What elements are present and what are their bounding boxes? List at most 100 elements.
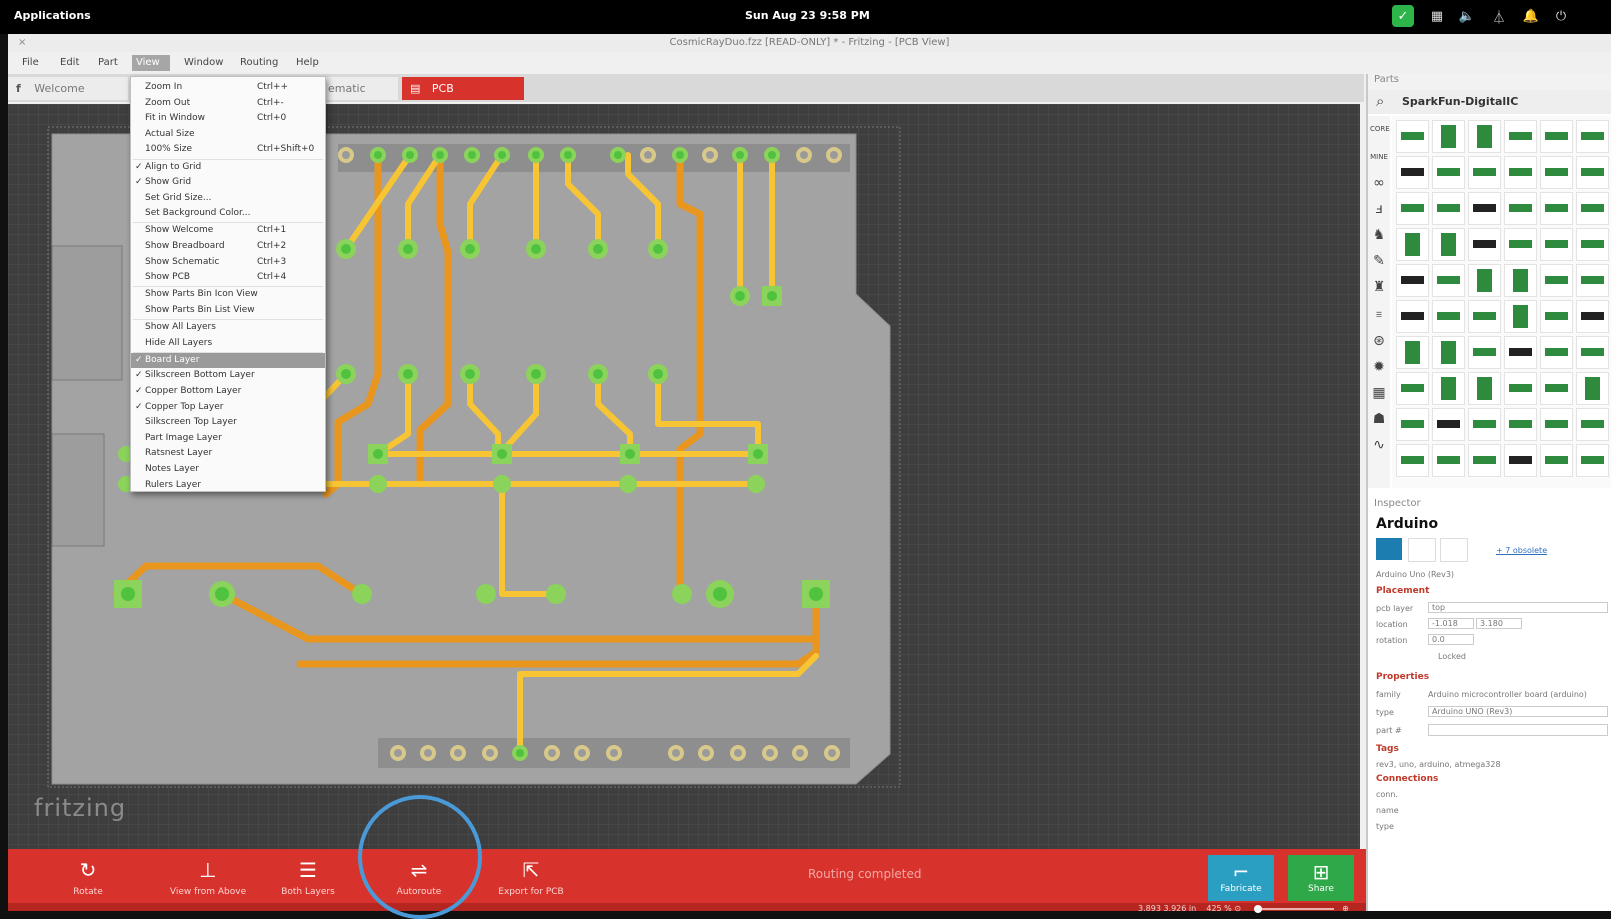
view-menu-item[interactable]: ✓ Align to Grid (131, 160, 325, 175)
part-tile[interactable] (1504, 228, 1537, 261)
menu-routing[interactable]: Routing (236, 55, 282, 71)
part-tile[interactable] (1504, 336, 1537, 369)
view-menu-item[interactable]: ✓ Copper Bottom Layer (131, 384, 325, 399)
part-tile[interactable] (1504, 192, 1537, 225)
part-tile[interactable] (1432, 120, 1465, 153)
part-tile[interactable] (1576, 228, 1609, 261)
locked-checkbox[interactable]: Locked (1438, 652, 1466, 661)
part-tile[interactable] (1576, 120, 1609, 153)
infinity-icon[interactable]: ∞ (1370, 174, 1388, 192)
part-tile[interactable] (1576, 444, 1609, 477)
part-tile[interactable] (1396, 192, 1429, 225)
part-tile[interactable] (1576, 300, 1609, 333)
view-menu-item[interactable]: Fit in Window Ctrl+0 (131, 111, 325, 126)
view-menu-item[interactable]: Zoom Out Ctrl+- (131, 96, 325, 111)
part-tile[interactable] (1576, 192, 1609, 225)
part-tile[interactable] (1468, 228, 1501, 261)
menu-window[interactable]: Window (180, 55, 227, 71)
type-select[interactable]: Arduino UNO (Rev3) (1428, 706, 1608, 717)
pcb-layer-select[interactable]: top (1428, 602, 1608, 613)
power-icon[interactable]: ⏻ (1552, 5, 1570, 27)
part-tile[interactable] (1432, 192, 1465, 225)
view-menu-item[interactable]: Ratsnest Layer (131, 446, 325, 461)
part-tile[interactable] (1504, 264, 1537, 297)
part-tile[interactable] (1576, 156, 1609, 189)
keyboard-icon[interactable]: ▦ (1428, 5, 1446, 27)
part-tile[interactable] (1540, 336, 1573, 369)
part-tile[interactable] (1396, 408, 1429, 441)
part-tile[interactable] (1504, 120, 1537, 153)
view-menu-item[interactable]: ✓ Copper Top Layer (131, 400, 325, 415)
shield-check-icon[interactable]: ✓ (1392, 5, 1414, 27)
part-tile[interactable] (1432, 264, 1465, 297)
globe-icon[interactable]: ⊛ (1370, 332, 1388, 350)
part-tile[interactable] (1468, 408, 1501, 441)
view-menu-item[interactable]: Zoom In Ctrl++ (131, 80, 325, 95)
network-icon[interactable]: ⏃ (1490, 5, 1508, 27)
fritzing-bin-icon[interactable]: ⅎ (1370, 200, 1388, 218)
part-tile[interactable] (1540, 156, 1573, 189)
view-menu-item[interactable]: Show Parts Bin List View (131, 303, 325, 318)
menu-part[interactable]: Part (94, 55, 122, 71)
part-tile[interactable] (1468, 264, 1501, 297)
part-tile[interactable] (1576, 408, 1609, 441)
zoom-level[interactable]: 425 % (1206, 904, 1231, 913)
part-tile[interactable] (1468, 156, 1501, 189)
part-tile[interactable] (1396, 156, 1429, 189)
part-tile[interactable] (1432, 336, 1465, 369)
zoom-in-icon[interactable]: ⊕ (1342, 904, 1349, 913)
part-tile[interactable] (1396, 444, 1429, 477)
fabricate-button[interactable]: ⌐ Fabricate (1208, 855, 1274, 901)
analog-icon[interactable]: ∿ (1370, 436, 1388, 454)
part-tile[interactable] (1396, 372, 1429, 405)
part-tile[interactable] (1396, 300, 1429, 333)
part-tile[interactable] (1432, 372, 1465, 405)
location-x-input[interactable]: -1.018 (1428, 618, 1474, 629)
part-tile[interactable] (1396, 120, 1429, 153)
part-tile[interactable] (1540, 120, 1573, 153)
menu-view[interactable]: View (132, 55, 170, 71)
view-menu-item[interactable]: Show Schematic Ctrl+3 (131, 255, 325, 270)
part-tile[interactable] (1504, 300, 1537, 333)
part-tile[interactable] (1468, 372, 1501, 405)
view-menu-item[interactable]: Show Welcome Ctrl+1 (131, 223, 325, 238)
obsolete-link[interactable]: + 7 obsolete (1496, 546, 1547, 555)
part-tile[interactable] (1540, 264, 1573, 297)
search-icon[interactable]: ⌕ (1376, 92, 1384, 110)
view-menu-item[interactable]: Hide All Layers (131, 336, 325, 351)
view-menu-item[interactable]: Notes Layer (131, 462, 325, 477)
menu-edit[interactable]: Edit (56, 55, 83, 71)
part-tile[interactable] (1432, 156, 1465, 189)
view-menu-item[interactable]: ✓ Silkscreen Bottom Layer (131, 368, 325, 383)
core-icon[interactable]: CORE (1370, 120, 1390, 138)
view-menu-item[interactable]: Show All Layers (131, 320, 325, 335)
part-tile[interactable] (1540, 444, 1573, 477)
sparkfun-icon[interactable]: ♜ (1370, 278, 1388, 296)
zoom-to-fit-icon[interactable]: ⊙ (1234, 904, 1241, 913)
view-menu-item[interactable]: Show PCB Ctrl+4 (131, 270, 325, 285)
bell-icon[interactable]: 🔔 (1522, 5, 1540, 27)
view-menu-item[interactable]: 100% Size Ctrl+Shift+0 (131, 142, 325, 157)
location-y-input[interactable]: 3.180 (1476, 618, 1522, 629)
part-tile[interactable] (1468, 444, 1501, 477)
export-for-pcb-button[interactable]: ⇱ Export for PCB (476, 849, 586, 911)
part-number-input[interactable] (1428, 724, 1608, 736)
close-icon[interactable]: × (18, 34, 26, 52)
both-layers-button[interactable]: ☰ Both Layers (253, 849, 363, 911)
parts-search-bar[interactable]: ⌕ SparkFun-DigitalIC (1368, 90, 1611, 114)
battery-icon[interactable]: ▦ (1370, 384, 1388, 402)
view-menu-item[interactable]: Show Parts Bin Icon View (131, 287, 325, 302)
view-menu-item[interactable]: Silkscreen Top Layer (131, 415, 325, 430)
part-tile[interactable] (1396, 336, 1429, 369)
part-tile[interactable] (1540, 192, 1573, 225)
volume-icon[interactable]: 🔈 (1458, 5, 1476, 27)
part-tile[interactable] (1540, 408, 1573, 441)
part-tile[interactable] (1468, 192, 1501, 225)
part-tile[interactable] (1504, 444, 1537, 477)
gear-icon[interactable]: ✹ (1370, 358, 1388, 376)
seeed-icon[interactable]: ✎ (1370, 252, 1388, 270)
zoom-slider[interactable] (1253, 904, 1334, 913)
view-menu-item[interactable]: Show Breadboard Ctrl+2 (131, 239, 325, 254)
part-tile[interactable] (1540, 372, 1573, 405)
part-tile[interactable] (1540, 228, 1573, 261)
